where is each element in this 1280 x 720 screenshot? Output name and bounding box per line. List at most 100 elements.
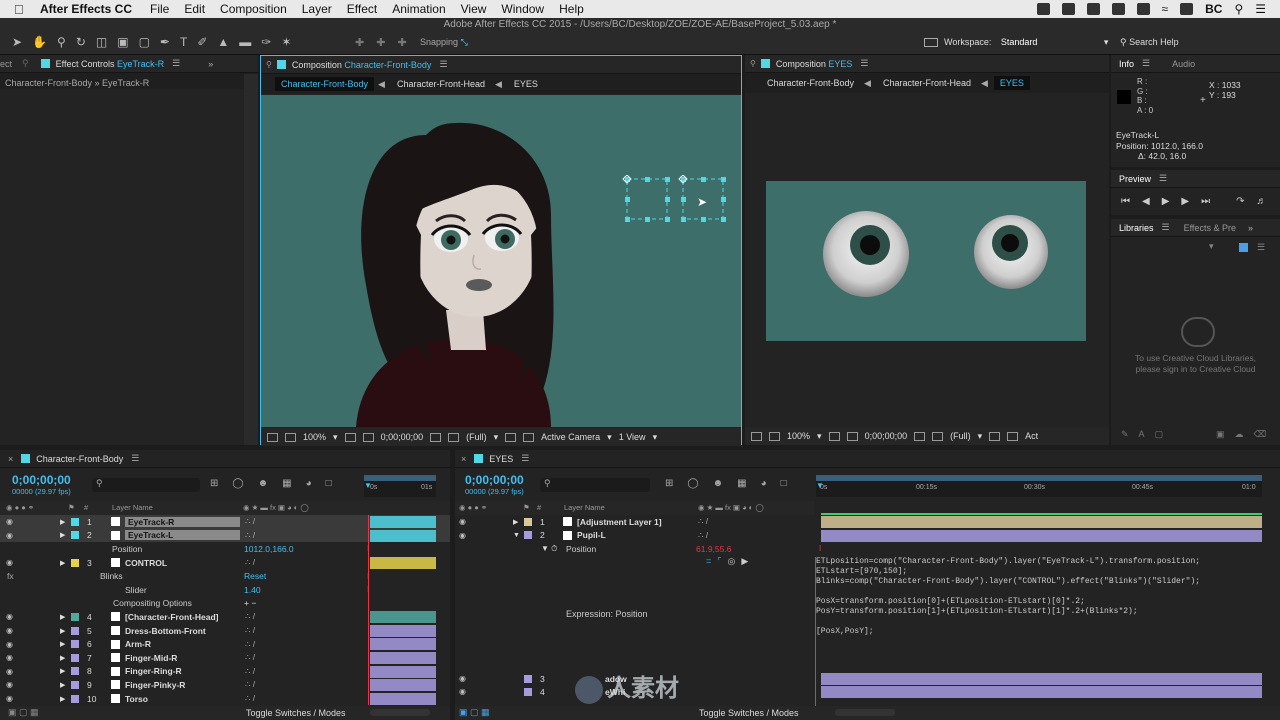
- camera-snapshot-icon[interactable]: [914, 431, 926, 441]
- type-tool-icon[interactable]: T: [180, 35, 187, 49]
- toggle-switches-modes-button[interactable]: Toggle Switches / Modes: [246, 708, 346, 718]
- layer-row[interactable]: ◉ ▶ 9 Finger-Pinky-R ∴ /: [0, 678, 450, 692]
- close-tab-icon[interactable]: ×: [461, 454, 466, 464]
- panel-menu-icon[interactable]: ☰: [131, 453, 139, 464]
- expression-pickwhip-icon[interactable]: ◎: [727, 556, 735, 567]
- status-icon-4[interactable]: [1136, 3, 1150, 15]
- expand-triangle-icon[interactable]: ▶: [60, 667, 65, 675]
- layer-row[interactable]: ◉ ▶ 6 Arm-R ∴ /: [0, 637, 450, 651]
- timeline-left-ruler[interactable]: 0s 01s ▼: [364, 475, 436, 497]
- column-layer-name[interactable]: Layer Name: [112, 503, 153, 512]
- layer-name[interactable]: [Adjustment Layer 1]: [577, 517, 662, 527]
- visibility-eye-icon[interactable]: ◉: [6, 558, 15, 567]
- layer-name[interactable]: Finger-Mid-R: [125, 653, 177, 663]
- property-value[interactable]: 1.40: [244, 585, 261, 595]
- label-color-swatch[interactable]: [71, 612, 79, 621]
- show-channel-icon[interactable]: [448, 432, 460, 442]
- expand-triangle-icon[interactable]: ▶: [513, 518, 518, 526]
- add-text-icon[interactable]: A: [1139, 429, 1145, 440]
- layer-switches[interactable]: ∴ /: [698, 516, 708, 527]
- add-color-icon[interactable]: ▢: [1155, 429, 1164, 440]
- comp-tab-name[interactable]: Character-Front-Body: [344, 60, 431, 70]
- tab-info[interactable]: Info: [1119, 59, 1134, 69]
- panel-menu-icon[interactable]: ☰: [1142, 58, 1150, 69]
- layer-name[interactable]: Finger-Ring-R: [125, 666, 182, 676]
- expand-panel-icon[interactable]: »: [208, 59, 213, 69]
- visibility-eye-icon[interactable]: ◉: [459, 674, 468, 683]
- shy-layers-icon[interactable]: ☻: [713, 478, 724, 489]
- label-color-swatch[interactable]: [71, 640, 79, 649]
- next-frame-icon[interactable]: ▶: [1181, 196, 1189, 207]
- clone-stamp-tool-icon[interactable]: ▲: [217, 35, 229, 49]
- property-name[interactable]: Position: [112, 544, 142, 554]
- visibility-eye-icon[interactable]: ◉: [459, 687, 468, 696]
- snapping-checkbox[interactable]: Snapping ⤡: [420, 37, 468, 48]
- property-name[interactable]: Blinks: [100, 571, 123, 581]
- mask-visibility-icon[interactable]: [362, 432, 374, 442]
- effect-controls-tab-label[interactable]: Effect Controls: [56, 59, 115, 69]
- rotate-tool-icon[interactable]: ↻: [76, 35, 86, 49]
- panel-menu-icon[interactable]: ☰: [860, 58, 868, 69]
- property-name[interactable]: Position: [566, 544, 596, 554]
- keyframe-marker-icon[interactable]: I: [819, 544, 821, 553]
- expression-language-menu-icon[interactable]: ▶: [741, 556, 748, 567]
- timeline-left-timecode[interactable]: 0;00;00;00: [12, 473, 71, 487]
- tab-effects-presets[interactable]: Effects & Pre: [1184, 223, 1236, 233]
- chevron-down-icon[interactable]: ▾: [607, 432, 612, 443]
- layer-switches[interactable]: ∴ /: [245, 652, 255, 663]
- resolution-value[interactable]: (Full): [466, 432, 487, 442]
- comp-mini-flowchart-icon[interactable]: ⊞: [665, 478, 673, 489]
- layer-duration-bar[interactable]: [821, 673, 1262, 685]
- menu-help[interactable]: Help: [559, 2, 584, 16]
- effect-controls-layer-name[interactable]: EyeTrack-R: [117, 59, 164, 69]
- comp-left-canvas[interactable]: ➤: [261, 95, 741, 427]
- property-value[interactable]: 1012.0,166.0: [244, 544, 294, 554]
- panel-menu-icon[interactable]: ☰: [172, 58, 180, 69]
- label-color-swatch[interactable]: [71, 680, 79, 689]
- expression-editor[interactable]: ETLposition=comp("Character-Front-Body")…: [816, 557, 1262, 672]
- expand-triangle-icon[interactable]: ▶: [60, 681, 65, 689]
- label-color-swatch[interactable]: [71, 653, 79, 662]
- monitor-icon[interactable]: [769, 431, 780, 441]
- layer-row[interactable]: ◉ ▶ 2 EyeTrack-L ∴ /: [0, 528, 450, 543]
- property-value[interactable]: + −: [244, 598, 256, 608]
- dropbox-icon[interactable]: [1086, 3, 1100, 15]
- close-tab-icon[interactable]: ×: [8, 454, 13, 464]
- trash-icon[interactable]: ⌫: [1254, 429, 1267, 440]
- property-row[interactable]: Compositing Options + −: [0, 597, 450, 611]
- list-view-icon[interactable]: ☰: [1257, 242, 1265, 253]
- visibility-eye-icon[interactable]: ◉: [6, 653, 15, 662]
- selection-tool-icon[interactable]: ➤: [12, 35, 22, 49]
- first-frame-icon[interactable]: ⏮: [1121, 196, 1130, 207]
- effect-controls-scrollbar[interactable]: [244, 74, 258, 445]
- visibility-eye-icon[interactable]: ◉: [6, 680, 15, 689]
- label-color-swatch[interactable]: [71, 626, 79, 635]
- sync-icon[interactable]: ☁: [1235, 429, 1244, 440]
- expand-triangle-icon[interactable]: ▶: [60, 518, 65, 526]
- layer-row[interactable]: ◉ ▶ 8 Finger-Ring-R ∴ /: [0, 665, 450, 679]
- toggle-switches-modes-button[interactable]: Toggle Switches / Modes: [699, 708, 799, 718]
- expand-triangle-icon[interactable]: ▶: [60, 640, 65, 648]
- previous-frame-icon[interactable]: ◀: [1142, 196, 1150, 207]
- current-time-indicator-icon[interactable]: ▼: [816, 481, 824, 490]
- draft-3d-icon[interactable]: ◯: [687, 478, 698, 489]
- eyes-canvas[interactable]: [766, 181, 1086, 341]
- layer-name[interactable]: [Character-Front-Head]: [125, 612, 219, 622]
- property-name[interactable]: Compositing Options: [113, 598, 192, 608]
- property-row[interactable]: ▼ ⏱ Position 61.9,55.6 I: [455, 542, 1280, 556]
- property-name[interactable]: Slider: [125, 585, 147, 595]
- layer-switches[interactable]: ∴ /: [245, 611, 255, 622]
- layer-switches[interactable]: ∴ /: [245, 679, 255, 690]
- visibility-eye-icon[interactable]: ◉: [459, 531, 468, 540]
- world-axis-icon[interactable]: ✚: [376, 36, 385, 49]
- layer-row[interactable]: ◉ ▶ 10 Torso ∴ /: [0, 692, 450, 705]
- comp-mini-flowchart-icon[interactable]: ⊞: [210, 478, 218, 489]
- rectangle-tool-icon[interactable]: ▢: [139, 35, 150, 49]
- breadcrumb-character-front-body[interactable]: Character-Front-Body: [275, 77, 375, 91]
- expand-triangle-icon[interactable]: ▶: [60, 654, 65, 662]
- layer-switches[interactable]: ∴ /: [245, 639, 255, 650]
- expression-enable-icon[interactable]: =: [706, 556, 711, 567]
- label-color-swatch[interactable]: [71, 694, 79, 703]
- tab-libraries[interactable]: Libraries: [1119, 223, 1154, 233]
- expand-triangle-icon[interactable]: ▶: [60, 627, 65, 635]
